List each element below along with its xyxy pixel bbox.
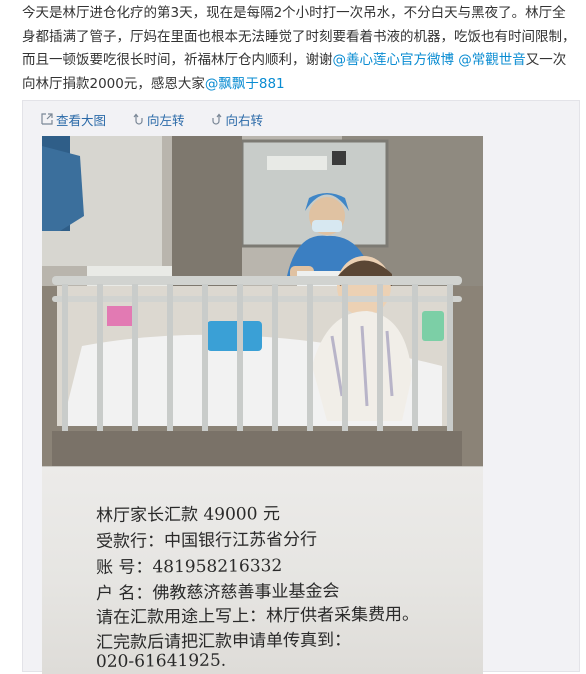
note-line: 林厅家长汇款 49000 元 [95,504,281,526]
post-text: 今天是林厅进仓化疗的第3天，现在是每隔2个小时打一次吊水，不分白天与黑夜了。林厅… [22,2,578,96]
rotate-right-icon [211,113,223,125]
rotate-right-label: 向右转 [225,112,264,128]
media-expanded-panel: 查看大图 向左转 向右转 林厅家长汇款 49000 元 受款行：中国银行江苏省分… [22,100,580,674]
note-line: 020-61641925. [95,650,227,672]
rotate-left-icon [132,113,144,125]
mention-link[interactable]: @常觀世音 [458,52,526,68]
hospital-ward-photo[interactable] [42,136,483,466]
rotate-right-button[interactable]: 向右转 [211,110,264,129]
media-toolbar: 查看大图 向左转 向右转 [41,109,289,129]
note-line: 请在汇款用途上写上：林厅供者采集费用。 [95,604,420,628]
rotate-left-label: 向左转 [147,112,185,128]
rotate-left-button[interactable]: 向左转 [132,110,185,129]
note-line: 受款行：中国银行江苏省分行 [95,529,318,552]
view-large-label: 查看大图 [56,112,107,128]
mention-link[interactable]: @善心莲心官方微博 [333,52,455,68]
note-line: 汇完款后请把汇款申请单传真到： [95,630,352,653]
expand-icon [41,113,53,125]
note-line: 账 号：481958216332 [95,556,283,578]
donation-info-note-photo[interactable]: 林厅家长汇款 49000 元 受款行：中国银行江苏省分行 账 号：4819582… [42,466,483,674]
ward-scene-illustration [42,136,483,466]
mention-link[interactable]: @飘飘于881 [205,76,285,92]
view-large-button[interactable]: 查看大图 [41,110,106,129]
